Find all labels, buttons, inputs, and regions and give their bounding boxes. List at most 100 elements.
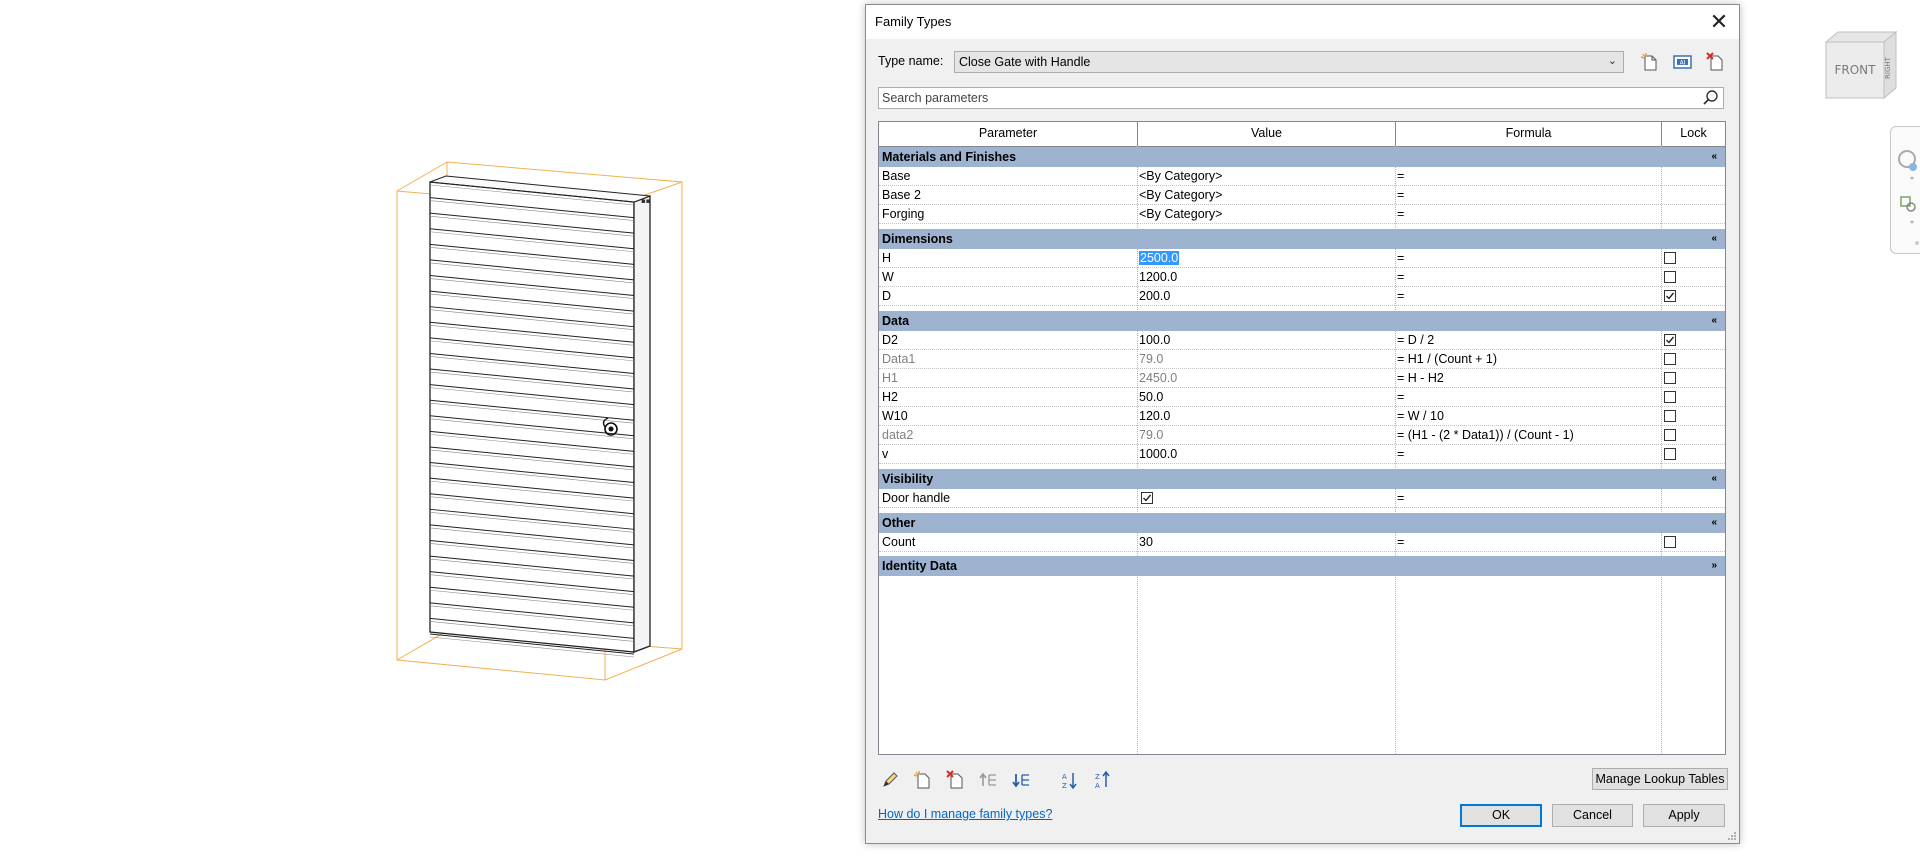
lock-checkbox[interactable]	[1664, 252, 1676, 264]
collapse-chevron-icon[interactable]: «	[1711, 147, 1717, 167]
delete-parameter-icon[interactable]	[945, 770, 965, 790]
parameter-row[interactable]: Forging <By Category> =	[879, 205, 1725, 224]
group-header-visibility[interactable]: Visibility «	[879, 469, 1725, 489]
parameter-formula[interactable]: = H - H2	[1397, 369, 1657, 387]
lock-checkbox[interactable]	[1664, 429, 1676, 441]
viewcube-right-label[interactable]: RIGHT	[1884, 56, 1892, 79]
rename-type-icon[interactable]: AI	[1672, 52, 1694, 72]
parameter-row[interactable]: D 200.0 =	[879, 287, 1725, 306]
parameter-row[interactable]: Door handle =	[879, 489, 1725, 508]
edit-parameter-icon[interactable]	[880, 770, 900, 790]
group-header-dimensions[interactable]: Dimensions «	[879, 229, 1725, 249]
parameter-formula[interactable]: = D / 2	[1397, 331, 1657, 349]
sort-ascending-icon[interactable]: A Z	[1060, 770, 1080, 790]
door-handle-checkbox[interactable]	[1141, 492, 1153, 504]
parameter-formula[interactable]: =	[1397, 186, 1657, 204]
viewcube-front-label[interactable]: FRONT	[1835, 63, 1877, 77]
move-down-icon[interactable]	[1011, 770, 1031, 790]
parameter-formula[interactable]: =	[1397, 268, 1657, 286]
new-type-icon[interactable]	[1639, 52, 1661, 72]
sort-descending-icon[interactable]: Z A	[1093, 770, 1113, 790]
column-header-parameter[interactable]: Parameter	[879, 122, 1138, 146]
chevron-down-icon[interactable]: ⌄	[1608, 54, 1617, 67]
expand-chevron-icon[interactable]: »	[1711, 556, 1717, 576]
lock-checkbox[interactable]	[1664, 271, 1676, 283]
lock-checkbox[interactable]	[1664, 334, 1676, 346]
parameter-value-cell[interactable]: 2500.0	[1139, 249, 1389, 267]
collapse-chevron-icon[interactable]: «	[1711, 469, 1717, 489]
ok-button[interactable]: OK	[1460, 804, 1542, 827]
parameter-value[interactable]: 30	[1139, 533, 1389, 551]
parameter-value[interactable]: 200.0	[1139, 287, 1389, 305]
parameter-formula[interactable]: =	[1397, 287, 1657, 305]
parameter-row[interactable]: v 1000.0 =	[879, 445, 1725, 464]
lock-checkbox[interactable]	[1664, 448, 1676, 460]
search-input[interactable]	[882, 90, 1682, 106]
parameter-row[interactable]: W 1200.0 =	[879, 268, 1725, 287]
new-parameter-icon[interactable]	[912, 770, 932, 790]
lock-checkbox[interactable]	[1664, 290, 1676, 302]
parameter-row[interactable]: Data1 79.0 = H1 / (Count + 1)	[879, 350, 1725, 369]
parameter-value[interactable]: 1200.0	[1139, 268, 1389, 286]
parameter-formula[interactable]: =	[1397, 167, 1657, 185]
parameter-value[interactable]: 2500.0	[1139, 251, 1180, 265]
manage-lookup-tables-button[interactable]: Manage Lookup Tables	[1592, 768, 1728, 790]
search-icon[interactable]	[1702, 89, 1720, 107]
parameter-formula[interactable]: =	[1397, 249, 1657, 267]
parameter-formula[interactable]: = H1 / (Count + 1)	[1397, 350, 1657, 368]
collapse-chevron-icon[interactable]: «	[1711, 513, 1717, 533]
cancel-button[interactable]: Cancel	[1552, 804, 1633, 827]
parameter-value[interactable]: <By Category>	[1139, 167, 1389, 185]
lock-checkbox[interactable]	[1664, 353, 1676, 365]
parameter-row[interactable]: data2 79.0 = (H1 - (2 * Data1)) / (Count…	[879, 426, 1725, 445]
parameter-value[interactable]: 50.0	[1139, 388, 1389, 406]
parameter-row[interactable]: H1 2450.0 = H - H2	[879, 369, 1725, 388]
parameter-row[interactable]: D2 100.0 = D / 2	[879, 331, 1725, 350]
lock-checkbox[interactable]	[1664, 536, 1676, 548]
parameter-formula[interactable]: = W / 10	[1397, 407, 1657, 425]
collapse-chevron-icon[interactable]: «	[1711, 311, 1717, 331]
resize-grip-icon[interactable]	[1727, 831, 1737, 841]
parameter-row[interactable]: W10 120.0 = W / 10	[879, 407, 1725, 426]
parameter-formula[interactable]: =	[1397, 533, 1657, 551]
parameter-row[interactable]: H 2500.0 =	[879, 249, 1725, 268]
help-link[interactable]: How do I manage family types?	[878, 807, 1052, 821]
column-header-lock[interactable]: Lock	[1662, 122, 1725, 146]
parameter-value[interactable]: <By Category>	[1139, 205, 1389, 223]
move-up-icon[interactable]	[978, 770, 998, 790]
parameters-grid[interactable]: Parameter Value Formula Lock Materials a…	[878, 121, 1726, 755]
zoom-icon[interactable]	[1900, 196, 1916, 212]
parameter-row[interactable]: H2 50.0 =	[879, 388, 1725, 407]
delete-type-icon[interactable]	[1705, 52, 1727, 72]
parameter-row[interactable]: Base <By Category> =	[879, 167, 1725, 186]
gate-model[interactable]: ▪▪	[396, 161, 683, 681]
view-cube[interactable]: FRONT RIGHT	[1822, 28, 1897, 103]
parameter-formula[interactable]: = (H1 - (2 * Data1)) / (Count - 1)	[1397, 426, 1657, 444]
parameter-formula[interactable]: =	[1397, 489, 1657, 507]
lock-checkbox[interactable]	[1664, 410, 1676, 422]
parameter-value[interactable]: 1000.0	[1139, 445, 1389, 463]
group-header-other[interactable]: Other «	[879, 513, 1725, 533]
collapse-chevron-icon[interactable]: «	[1711, 229, 1717, 249]
parameter-value[interactable]: 120.0	[1139, 407, 1389, 425]
parameter-formula[interactable]: =	[1397, 388, 1657, 406]
parameter-formula[interactable]: =	[1397, 205, 1657, 223]
parameter-formula[interactable]: =	[1397, 445, 1657, 463]
parameter-row[interactable]: Base 2 <By Category> =	[879, 186, 1725, 205]
apply-button[interactable]: Apply	[1643, 804, 1725, 827]
parameter-row[interactable]: Count 30 =	[879, 533, 1725, 552]
navigation-bar[interactable]	[1890, 126, 1920, 254]
steering-wheel-icon[interactable]	[1898, 150, 1917, 171]
lock-checkbox[interactable]	[1664, 372, 1676, 384]
title-bar[interactable]: Family Types ✕	[866, 5, 1739, 39]
search-box[interactable]	[878, 87, 1724, 109]
lock-checkbox[interactable]	[1664, 391, 1676, 403]
type-name-select[interactable]: Close Gate with Handle ⌄	[954, 51, 1624, 73]
group-header-identity-data[interactable]: Identity Data »	[879, 556, 1725, 576]
column-header-value[interactable]: Value	[1138, 122, 1396, 146]
column-header-formula[interactable]: Formula	[1396, 122, 1662, 146]
group-header-data[interactable]: Data «	[879, 311, 1725, 331]
close-button[interactable]: ✕	[1705, 8, 1733, 36]
parameter-value[interactable]: <By Category>	[1139, 186, 1389, 204]
group-header-materials[interactable]: Materials and Finishes «	[879, 147, 1725, 167]
